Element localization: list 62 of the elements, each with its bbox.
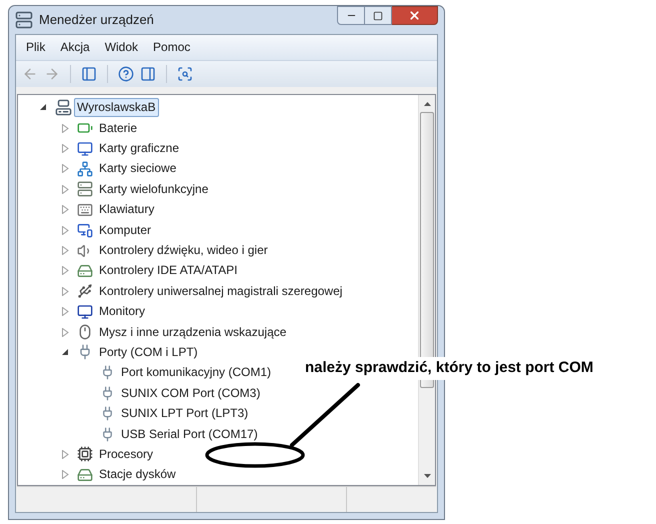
chip-icon — [77, 446, 93, 462]
tree-item[interactable]: Karty graficzne — [96, 139, 182, 158]
menu-item[interactable]: Akcja — [53, 38, 97, 56]
usb-plug-icon — [77, 283, 93, 300]
computer-icon — [77, 222, 93, 238]
expand-arrow-icon[interactable] — [62, 266, 69, 276]
drive-icon — [77, 466, 93, 483]
expand-arrow-icon[interactable] — [62, 226, 69, 235]
scroll-up-icon[interactable] — [424, 102, 430, 106]
tree-item[interactable]: Port komunikacyjny (COM1) — [118, 363, 274, 382]
expand-arrow-icon[interactable] — [62, 246, 69, 255]
expand-arrow-icon[interactable] — [62, 124, 69, 133]
expand-arrow-icon[interactable] — [62, 328, 69, 337]
expand-arrow-icon[interactable] — [62, 205, 69, 214]
tree-item[interactable]: Karty wielofunkcyjne — [96, 180, 212, 199]
expand-arrow-icon[interactable] — [62, 184, 69, 194]
tree-item[interactable]: Komputer — [96, 220, 154, 240]
maximize-icon — [373, 10, 383, 20]
panel-icon[interactable] — [140, 66, 156, 82]
menu-item[interactable]: Pomoc — [146, 38, 198, 56]
tree-item[interactable]: Porty (COM i LPT) — [96, 342, 201, 362]
monitor-icon — [77, 140, 93, 157]
menu-item[interactable]: Widok — [98, 38, 146, 56]
tree-item[interactable]: SUNIX COM Port (COM3) — [118, 384, 264, 403]
help-icon[interactable] — [118, 66, 134, 82]
close-icon — [408, 9, 421, 22]
scroll-down-icon[interactable] — [424, 474, 430, 478]
window-title: Menedżer urządzeń — [39, 11, 154, 30]
collapse-arrow-icon[interactable] — [40, 104, 47, 112]
tree-item[interactable]: Karty sieciowe — [96, 159, 180, 178]
tree-item[interactable]: Kontrolery dźwięku, wideo i gier — [96, 241, 271, 260]
expand-arrow-icon[interactable] — [62, 307, 69, 316]
network-icon — [77, 160, 93, 177]
expand-arrow-icon[interactable] — [62, 286, 69, 296]
menu-item[interactable]: Plik — [19, 38, 52, 56]
tree-item[interactable]: Kontrolery IDE ATA/ATAPI — [96, 261, 240, 280]
tree-item[interactable]: Stacje dysków — [96, 465, 179, 484]
monitor-icon — [77, 304, 93, 320]
collapse-arrow-icon[interactable] — [62, 348, 69, 356]
tree-item[interactable]: USB Serial Port (COM17) — [118, 424, 261, 444]
expand-arrow-icon[interactable] — [62, 450, 69, 459]
maximize-button[interactable] — [365, 6, 392, 25]
tree-item[interactable]: SUNIX LPT Port (LPT3) — [118, 404, 252, 424]
computer-icon — [54, 99, 72, 116]
expand-arrow-icon[interactable] — [62, 470, 69, 480]
tree-item[interactable]: Baterie — [96, 118, 140, 138]
tree-item[interactable]: Kontrolery uniwersalnej magistrali szeregowej — [96, 282, 346, 301]
close-button[interactable] — [392, 6, 438, 25]
expand-arrow-icon[interactable] — [62, 164, 69, 174]
tree-item[interactable]: Mysz i inne urządzenia wskazujące — [96, 322, 290, 342]
panel-icon[interactable] — [81, 66, 97, 82]
tree-item[interactable]: Monitory — [96, 302, 148, 322]
drive-icon — [77, 262, 93, 279]
expand-arrow-icon[interactable] — [62, 144, 69, 154]
leader-line — [290, 383, 360, 447]
mouse-icon — [77, 324, 93, 340]
tree-item[interactable]: Klawiatury — [96, 200, 158, 220]
keyboard-icon — [77, 202, 93, 218]
tree-item[interactable]: WyroslawskaB — [74, 98, 159, 118]
annotation-text: należy sprawdzić, który to jest port COM — [304, 357, 594, 380]
scan-icon[interactable] — [177, 66, 193, 82]
tree-item[interactable]: Procesory — [96, 444, 156, 464]
